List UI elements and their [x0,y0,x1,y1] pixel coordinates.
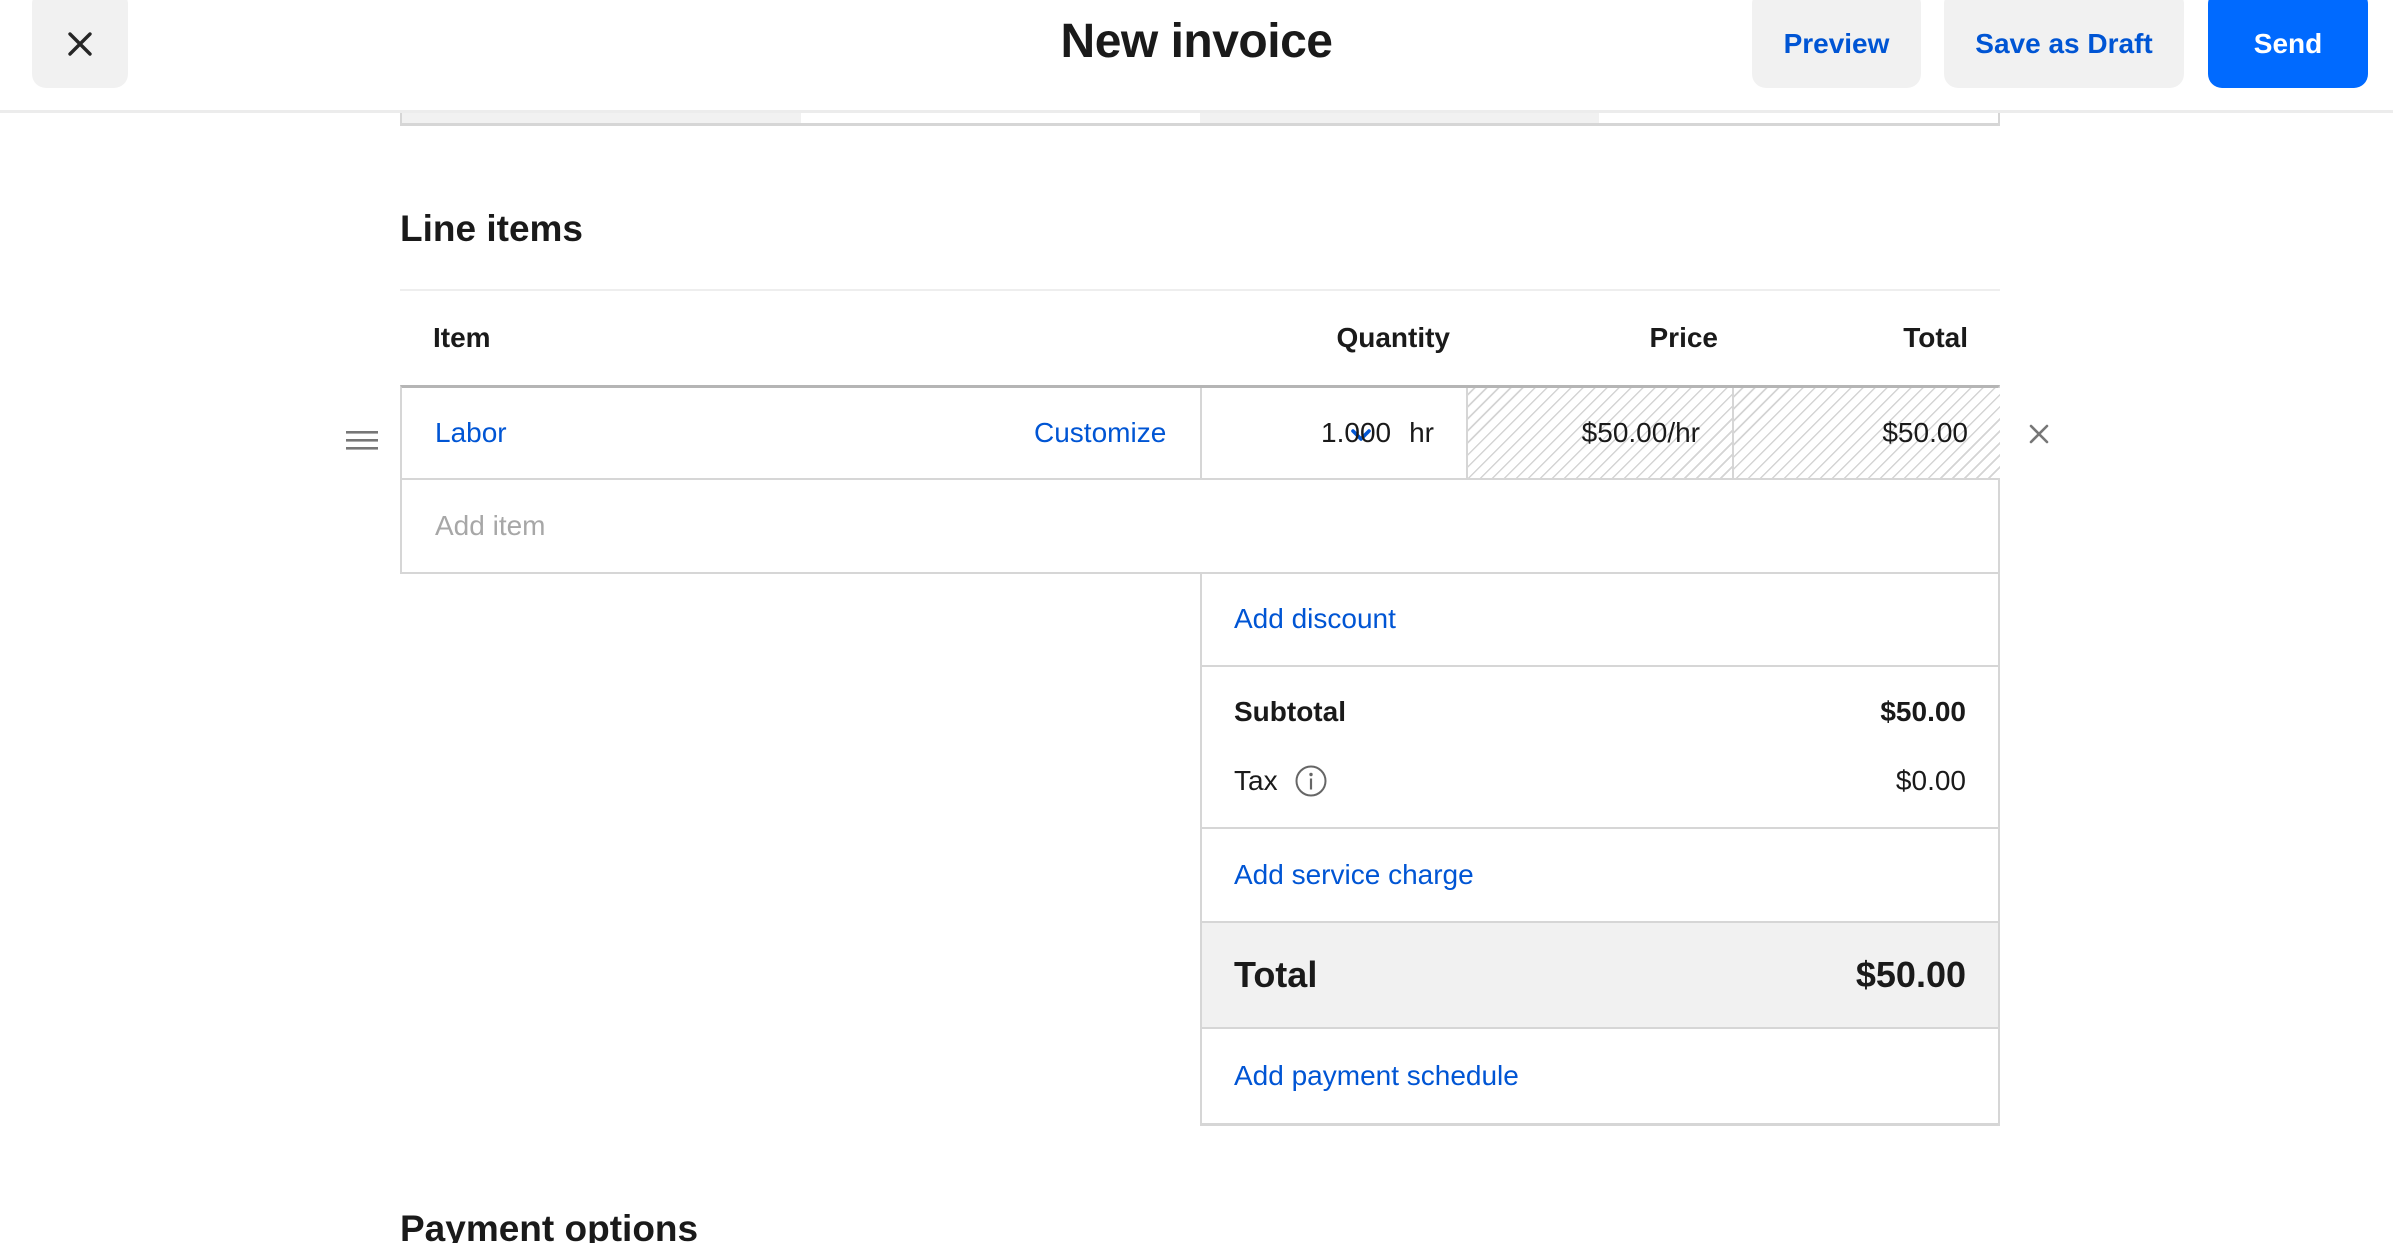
line-items-title: Line items [400,208,583,249]
customize-link[interactable]: Customize [1034,417,1166,449]
invoice-summary: Add discount Subtotal $50.00 Tax $0.00 A… [1200,573,2000,1126]
column-header-quantity: Quantity [1336,322,1450,353]
preview-button[interactable]: Preview [1752,0,1921,88]
section-divider [400,289,2000,291]
add-payment-schedule-link[interactable]: Add payment schedule [1234,1060,1519,1092]
segment-1[interactable] [402,113,801,123]
line-items-table: Labor Customize 1.000 hr $50.00/hr $50.0… [400,385,2000,574]
total-cell: $50.00 [1734,388,2000,478]
column-header-price: Price [1649,322,1719,353]
send-button[interactable]: Send [2208,0,2368,88]
tax-row: Tax $0.00 [1234,764,1966,798]
column-header-item: Item [433,322,491,353]
tax-info-button[interactable] [1294,764,1328,798]
remove-line-item-button[interactable] [2027,422,2051,446]
item-cell[interactable]: Labor Customize [402,388,1371,478]
segment-2[interactable] [801,113,1200,123]
grand-total-row: Total $50.00 [1202,923,1998,1029]
table-row: Labor Customize 1.000 hr $50.00/hr $50.0… [400,385,2000,480]
tax-label: Tax [1234,765,1278,796]
payment-options-title: Payment options [400,1208,699,1243]
add-payment-schedule-row: Add payment schedule [1202,1029,1998,1123]
price-cell: $50.00/hr [1468,388,1734,478]
item-name[interactable]: Labor [435,417,507,449]
subtotal-label: Subtotal [1234,696,1346,727]
tax-value: $0.00 [1895,765,1966,796]
drag-handle[interactable] [344,425,380,455]
quantity-input[interactable]: 1.000 hr [1202,388,1468,478]
segment-3[interactable] [1200,113,1599,123]
close-icon [2029,424,2049,444]
price-value: $50.00/hr [1581,417,1700,448]
subtotal-value: $50.00 [1880,696,1966,727]
add-item-input[interactable]: Add item [402,480,1998,572]
save-as-draft-button[interactable]: Save as Draft [1944,0,2184,88]
column-header-total: Total [1903,322,1968,353]
grand-total-value: $50.00 [1855,954,1966,995]
quantity-unit: hr [1409,417,1434,448]
drag-handle-icon [346,431,378,450]
segment-strip [400,113,2000,126]
top-bar: New invoice Preview Save as Draft Send [0,0,2393,113]
subtotal-tax-block: Subtotal $50.00 Tax $0.00 [1202,667,1998,829]
grand-total-label: Total [1234,954,1318,995]
info-icon [1295,765,1327,797]
add-service-charge-row: Add service charge [1202,829,1998,923]
subtotal-row: Subtotal $50.00 [1234,696,1966,728]
add-item-row[interactable]: Add item [400,480,2000,574]
add-discount-row: Add discount [1202,573,1998,667]
row-total-value: $50.00 [1882,417,1968,448]
add-service-charge-link[interactable]: Add service charge [1234,859,1474,891]
add-discount-link[interactable]: Add discount [1234,603,1396,635]
quantity-value: 1.000 [1321,417,1392,448]
segment-4[interactable] [1599,113,1998,123]
